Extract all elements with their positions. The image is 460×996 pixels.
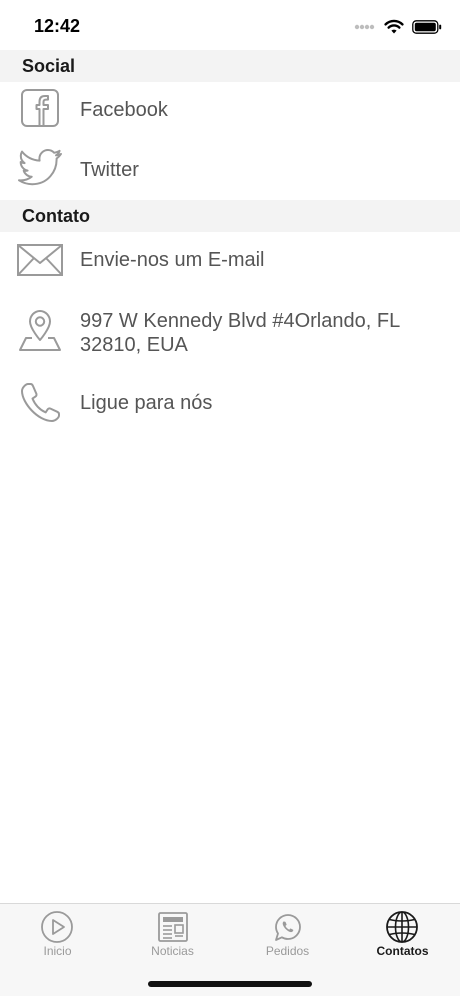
section-header-social: Social [0, 50, 460, 82]
facebook-icon [21, 89, 59, 127]
tab-label: Noticias [151, 944, 194, 958]
status-icons [354, 17, 442, 37]
home-indicator[interactable] [148, 981, 312, 987]
globe-icon [386, 911, 418, 943]
contact-item-phone[interactable]: Ligue para nós [0, 372, 460, 434]
tab-label: Pedidos [265, 944, 310, 958]
battery-icon [412, 20, 442, 34]
tab-label: Contatos [376, 944, 429, 958]
tab-label: Inicio [43, 944, 72, 958]
tab-inicio[interactable]: Inicio [0, 904, 115, 964]
mail-icon [17, 244, 63, 276]
signal-dots-icon [354, 24, 375, 30]
newspaper-icon [158, 912, 188, 942]
tab-contatos[interactable]: Contatos [345, 904, 460, 964]
whatsapp-icon [275, 914, 301, 941]
social-item-twitter[interactable]: Twitter [0, 140, 460, 200]
play-circle-icon [41, 911, 73, 943]
twitter-icon [18, 149, 62, 186]
tab-pedidos[interactable]: Pedidos [230, 904, 345, 964]
social-item-label: Facebook [80, 99, 168, 121]
contact-item-address[interactable]: 997 W Kennedy Blvd #4Orlando, FL 32810, … [0, 292, 460, 372]
contact-item-label: 997 W Kennedy Blvd #4Orlando, FL 32810, … [80, 310, 400, 356]
social-item-label: Twitter [80, 159, 139, 181]
phone-icon [21, 383, 60, 422]
contact-item-email[interactable]: Envie-nos um E-mail [0, 232, 460, 292]
section-header-contato: Contato [0, 200, 460, 232]
tab-noticias[interactable]: Noticias [115, 904, 230, 964]
social-item-facebook[interactable]: Facebook [0, 82, 460, 140]
status-time: 12:42 [34, 16, 81, 36]
status-bar: 12:42 [0, 0, 460, 50]
map-pin-icon [19, 310, 61, 351]
wifi-icon [384, 19, 404, 34]
contact-item-label: Ligue para nós [80, 392, 213, 414]
contact-item-label: Envie-nos um E-mail [80, 249, 265, 271]
